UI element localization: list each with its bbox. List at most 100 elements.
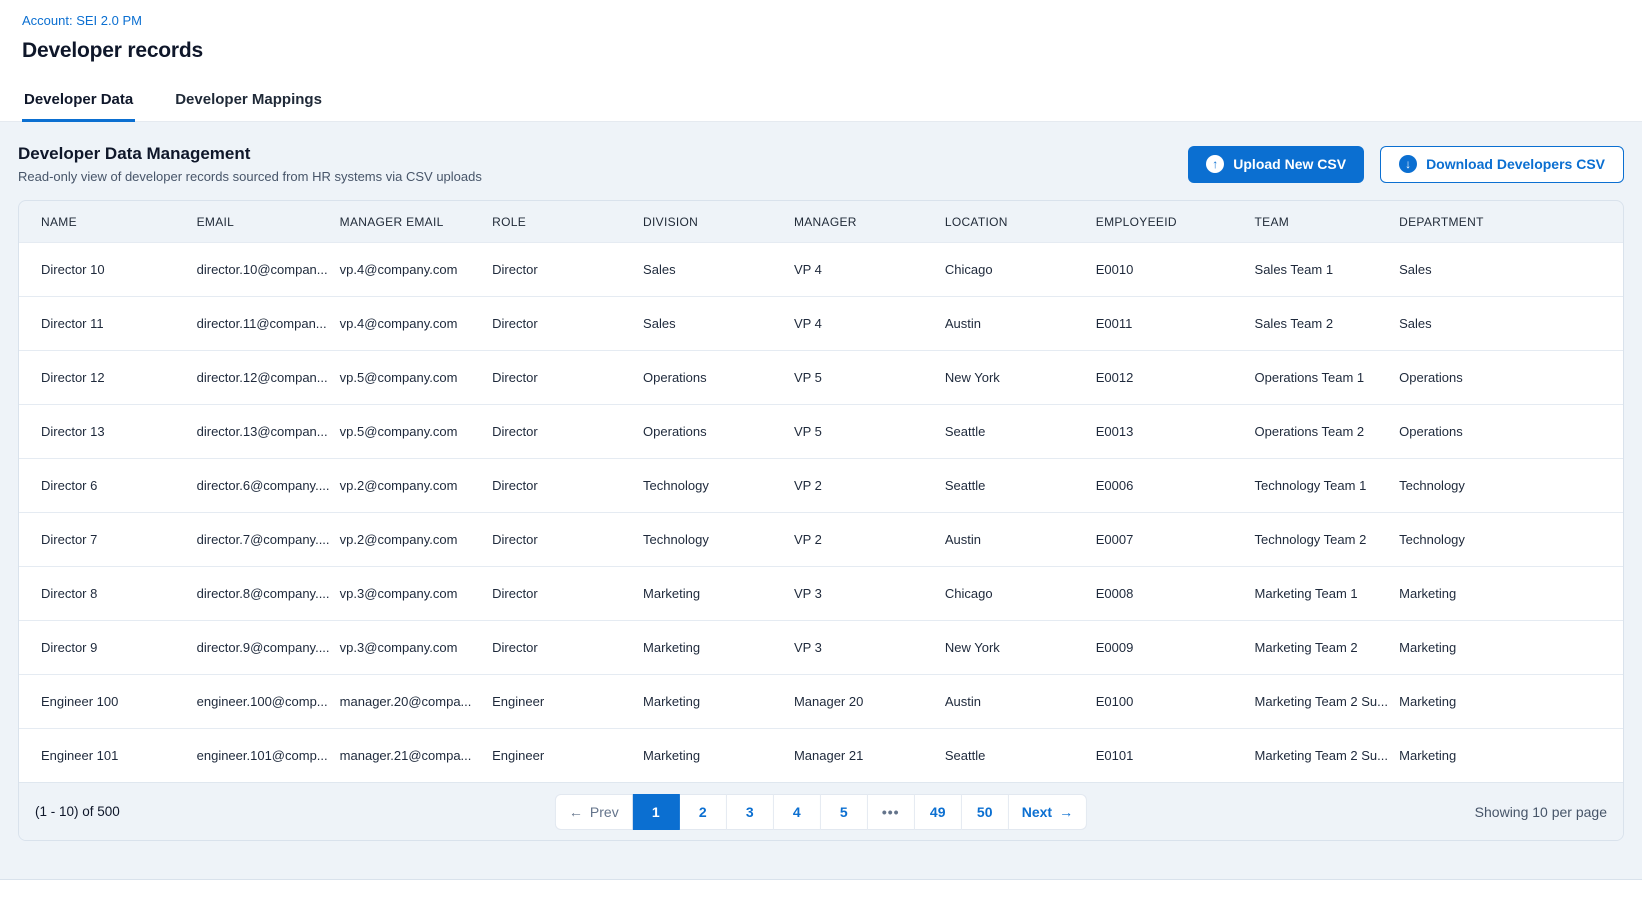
table-cell: director.9@company....: [191, 640, 334, 655]
table-cell: VP 4: [788, 316, 939, 331]
next-label: Next: [1022, 804, 1052, 820]
table-cell: Director 7: [35, 532, 191, 547]
column-header-name: NAME: [35, 215, 191, 229]
table-row: Engineer 101engineer.101@comp...manager.…: [19, 728, 1623, 782]
page-button-3[interactable]: 3: [727, 794, 774, 830]
table-cell: Marketing: [1393, 748, 1607, 763]
table-cell: Director 9: [35, 640, 191, 655]
table-cell: manager.20@compa...: [334, 694, 486, 709]
table-cell: vp.4@company.com: [334, 316, 486, 331]
tab-developer-mappings[interactable]: Developer Mappings: [173, 79, 324, 121]
table-cell: Sales: [1393, 262, 1607, 277]
table-cell: Chicago: [939, 586, 1090, 601]
per-page-label: Showing 10 per page: [1475, 804, 1607, 820]
table-cell: Marketing: [637, 694, 788, 709]
table-cell: Sales: [1393, 316, 1607, 331]
page-button-2[interactable]: 2: [680, 794, 727, 830]
table-cell: E0010: [1090, 262, 1249, 277]
table-cell: Director: [486, 532, 637, 547]
table-cell: Marketing Team 2 Su...: [1249, 748, 1394, 763]
table-cell: director.7@company....: [191, 532, 334, 547]
arrow-left-icon: ←: [569, 805, 583, 819]
table-cell: Director: [486, 424, 637, 439]
table-cell: Operations: [1393, 424, 1607, 439]
table-cell: Director: [486, 262, 637, 277]
main-panel: Developer Data Management Read-only view…: [0, 122, 1642, 880]
table-cell: E0011: [1090, 316, 1249, 331]
table-cell: Operations: [637, 424, 788, 439]
download-developers-csv-button[interactable]: ↓ Download Developers CSV: [1380, 146, 1624, 183]
section-text: Developer Data Management Read-only view…: [18, 144, 482, 184]
table-cell: director.8@company....: [191, 586, 334, 601]
table-cell: VP 5: [788, 370, 939, 385]
table-cell: Sales: [637, 316, 788, 331]
table-cell: Engineer: [486, 694, 637, 709]
upload-icon: ↑: [1206, 155, 1224, 173]
table-cell: Manager 21: [788, 748, 939, 763]
page-button-4[interactable]: 4: [774, 794, 821, 830]
table-row: Engineer 100engineer.100@comp...manager.…: [19, 674, 1623, 728]
table-cell: VP 5: [788, 424, 939, 439]
table-cell: director.6@company....: [191, 478, 334, 493]
section-subtitle: Read-only view of developer records sour…: [18, 169, 482, 184]
table-cell: vp.3@company.com: [334, 586, 486, 601]
table-cell: Technology Team 2: [1249, 532, 1394, 547]
table-cell: Operations: [1393, 370, 1607, 385]
table-header-row: NAMEEMAILMANAGER EMAILROLEDIVISIONMANAGE…: [19, 201, 1623, 242]
table-row: Director 6director.6@company....vp.2@com…: [19, 458, 1623, 512]
table-cell: vp.2@company.com: [334, 532, 486, 547]
table-cell: Marketing Team 1: [1249, 586, 1394, 601]
table-cell: Marketing: [1393, 640, 1607, 655]
table-cell: vp.5@company.com: [334, 424, 486, 439]
page-button-5[interactable]: 5: [821, 794, 868, 830]
action-buttons: ↑ Upload New CSV ↓ Download Developers C…: [1188, 146, 1624, 183]
download-icon: ↓: [1399, 155, 1417, 173]
table-cell: Operations Team 1: [1249, 370, 1394, 385]
table-cell: Technology: [637, 478, 788, 493]
table-cell: Marketing: [1393, 694, 1607, 709]
tab-developer-data[interactable]: Developer Data: [22, 79, 135, 121]
table-row: Director 10director.10@compan...vp.4@com…: [19, 242, 1623, 296]
table-body: Director 10director.10@compan... vp.4@com…: [19, 242, 1623, 782]
table-cell: director.10@compan...: [191, 262, 334, 277]
table-cell: Seattle: [939, 478, 1090, 493]
page-button-49[interactable]: 49: [915, 794, 962, 830]
table-cell: Director: [486, 640, 637, 655]
table-cell: VP 2: [788, 532, 939, 547]
table-cell: VP 3: [788, 586, 939, 601]
table-cell: Technology: [1393, 532, 1607, 547]
upload-button-label: Upload New CSV: [1233, 156, 1346, 172]
table-cell: vp.5@company.com: [334, 370, 486, 385]
table-cell: Director: [486, 586, 637, 601]
table-cell: VP 4: [788, 262, 939, 277]
column-header-department: DEPARTMENT: [1393, 215, 1607, 229]
table-cell: E0100: [1090, 694, 1249, 709]
upload-new-csv-button[interactable]: ↑ Upload New CSV: [1188, 146, 1364, 183]
section-header: Developer Data Management Read-only view…: [18, 136, 1624, 200]
table-cell: Austin: [939, 694, 1090, 709]
table-row: Director 13director.13@compan...vp.5@com…: [19, 404, 1623, 458]
page-button-1[interactable]: 1: [633, 794, 680, 830]
table-cell: Sales Team 1: [1249, 262, 1394, 277]
column-header-division: DIVISION: [637, 215, 788, 229]
table-cell: Technology Team 1: [1249, 478, 1394, 493]
table-cell: Marketing: [637, 640, 788, 655]
table-cell: Director 10: [35, 262, 191, 277]
table-cell: Director: [486, 316, 637, 331]
table-cell: Marketing Team 2: [1249, 640, 1394, 655]
table-cell: manager.21@compa...: [334, 748, 486, 763]
table-cell: Austin: [939, 316, 1090, 331]
table-cell: Marketing: [637, 586, 788, 601]
column-header-role: ROLE: [486, 215, 637, 229]
table-cell: Marketing: [637, 748, 788, 763]
column-header-manager: MANAGER: [788, 215, 939, 229]
table-cell: E0007: [1090, 532, 1249, 547]
table-cell: director.12@compan...: [191, 370, 334, 385]
table-cell: E0006: [1090, 478, 1249, 493]
prev-page-button[interactable]: ←Prev: [555, 794, 633, 830]
table-cell: E0008: [1090, 586, 1249, 601]
account-link[interactable]: Account: SEI 2.0 PM: [22, 13, 142, 28]
page-button-50[interactable]: 50: [962, 794, 1009, 830]
next-page-button[interactable]: Next→: [1009, 794, 1087, 830]
pagination: ←Prev12345•••4950Next→: [555, 794, 1087, 830]
